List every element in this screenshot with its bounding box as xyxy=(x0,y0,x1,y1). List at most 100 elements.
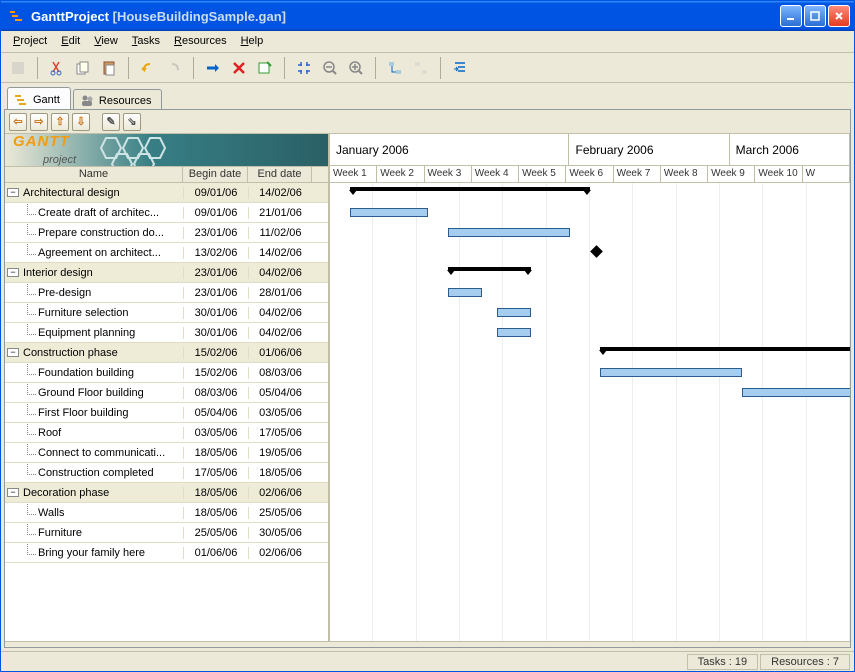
titlebar[interactable]: GanttProject [HouseBuildingSample.gan] xyxy=(1,1,854,31)
task-row[interactable]: Roof03/05/0617/05/06 xyxy=(5,423,328,443)
menu-project[interactable]: Project xyxy=(7,33,53,50)
week-cell: Week 7 xyxy=(614,166,661,182)
task-end: 18/05/06 xyxy=(248,467,312,479)
week-cell: Week 5 xyxy=(519,166,566,182)
task-row[interactable]: Walls18/05/0625/05/06 xyxy=(5,503,328,523)
col-header-name[interactable]: Name xyxy=(5,167,183,182)
task-tree[interactable]: −Architectural design09/01/0614/02/06Cre… xyxy=(5,183,328,641)
nav-up-button[interactable]: ⇧ xyxy=(51,113,69,131)
menubar: Project Edit View Tasks Resources Help xyxy=(1,31,854,53)
task-end: 28/01/06 xyxy=(248,287,312,299)
link-task-button[interactable] xyxy=(384,57,406,79)
link-button[interactable]: ⇘ xyxy=(123,113,141,131)
col-header-begin[interactable]: Begin date xyxy=(183,167,248,182)
task-end: 30/05/06 xyxy=(248,527,312,539)
resources-icon xyxy=(80,94,94,108)
gantt-chart-pane[interactable]: January 2006February 2006March 2006 Week… xyxy=(330,134,850,641)
task-name: Furniture xyxy=(36,527,178,539)
timeline-months: January 2006February 2006March 2006 xyxy=(330,134,850,166)
group-bar[interactable] xyxy=(350,187,590,191)
task-bar[interactable] xyxy=(448,288,482,297)
paste-button[interactable] xyxy=(98,57,120,79)
expand-button[interactable]: − xyxy=(7,348,19,357)
task-name: Create draft of architec... xyxy=(36,207,178,219)
gantt-icon xyxy=(14,93,28,107)
task-name: Agreement on architect... xyxy=(36,247,178,259)
new-task-button[interactable] xyxy=(202,57,224,79)
month-cell: January 2006 xyxy=(330,134,569,165)
task-end: 14/02/06 xyxy=(248,187,312,199)
task-bar[interactable] xyxy=(350,208,428,217)
split-handle[interactable] xyxy=(5,641,850,647)
task-row[interactable]: Equipment planning30/01/0604/02/06 xyxy=(5,323,328,343)
task-row[interactable]: −Decoration phase18/05/0602/06/06 xyxy=(5,483,328,503)
close-button[interactable] xyxy=(828,5,850,27)
task-row[interactable]: −Architectural design09/01/0614/02/06 xyxy=(5,183,328,203)
expand-button[interactable]: − xyxy=(7,188,19,197)
task-row[interactable]: Agreement on architect...13/02/0614/02/0… xyxy=(5,243,328,263)
expand-button[interactable]: − xyxy=(7,268,19,277)
indent-button[interactable] xyxy=(449,57,471,79)
task-row[interactable]: Ground Floor building08/03/0605/04/06 xyxy=(5,383,328,403)
task-end: 19/05/06 xyxy=(248,447,312,459)
task-end: 01/06/06 xyxy=(248,347,312,359)
task-row[interactable]: Prepare construction do...23/01/0611/02/… xyxy=(5,223,328,243)
tab-gantt[interactable]: Gantt xyxy=(7,87,71,109)
menu-view[interactable]: View xyxy=(88,33,124,50)
group-bar[interactable] xyxy=(448,267,531,271)
nav-down-button[interactable]: ⇩ xyxy=(72,113,90,131)
task-bar[interactable] xyxy=(497,308,531,317)
task-row[interactable]: −Interior design23/01/0604/02/06 xyxy=(5,263,328,283)
task-bar[interactable] xyxy=(448,228,571,237)
task-row[interactable]: Connect to communicati...18/05/0619/05/0… xyxy=(5,443,328,463)
month-cell: March 2006 xyxy=(730,134,850,165)
zoom-in-button[interactable] xyxy=(345,57,367,79)
task-name: Architectural design xyxy=(21,187,179,199)
week-cell: Week 8 xyxy=(661,166,708,182)
task-row[interactable]: Foundation building15/02/0608/03/06 xyxy=(5,363,328,383)
tab-resources[interactable]: Resources xyxy=(73,89,163,109)
task-bar[interactable] xyxy=(600,368,742,377)
menu-help[interactable]: Help xyxy=(235,33,270,50)
zoom-fit-button[interactable] xyxy=(293,57,315,79)
task-name: Roof xyxy=(36,427,178,439)
zoom-out-button[interactable] xyxy=(319,57,341,79)
menu-tasks[interactable]: Tasks xyxy=(126,33,166,50)
col-header-end[interactable]: End date xyxy=(248,167,312,182)
task-bar[interactable] xyxy=(742,388,850,397)
undo-button[interactable] xyxy=(137,57,159,79)
task-begin: 30/01/06 xyxy=(183,327,248,339)
task-properties-button[interactable] xyxy=(254,57,276,79)
task-begin: 23/01/06 xyxy=(183,227,248,239)
nav-left-button[interactable]: ⇦ xyxy=(9,113,27,131)
task-end: 04/02/06 xyxy=(248,267,312,279)
delete-task-button[interactable] xyxy=(228,57,250,79)
task-row[interactable]: Construction completed17/05/0618/05/06 xyxy=(5,463,328,483)
group-bar[interactable] xyxy=(600,347,851,351)
edit-pencil-button[interactable]: ✎ xyxy=(102,113,120,131)
task-row[interactable]: Bring your family here01/06/0602/06/06 xyxy=(5,543,328,563)
nav-right-button[interactable]: ⇨ xyxy=(30,113,48,131)
task-name: Foundation building xyxy=(36,367,178,379)
task-name: Ground Floor building xyxy=(36,387,178,399)
task-bar[interactable] xyxy=(497,328,531,337)
milestone-diamond[interactable] xyxy=(590,245,603,258)
menu-resources[interactable]: Resources xyxy=(168,33,233,50)
task-row[interactable]: First Floor building05/04/0603/05/06 xyxy=(5,403,328,423)
task-name: Pre-design xyxy=(36,287,178,299)
copy-button[interactable] xyxy=(72,57,94,79)
task-row[interactable]: Furniture selection30/01/0604/02/06 xyxy=(5,303,328,323)
week-cell: Week 10 xyxy=(755,166,802,182)
task-row[interactable]: −Construction phase15/02/0601/06/06 xyxy=(5,343,328,363)
task-row[interactable]: Pre-design23/01/0628/01/06 xyxy=(5,283,328,303)
expand-button[interactable]: − xyxy=(7,488,19,497)
task-row[interactable]: Furniture25/05/0630/05/06 xyxy=(5,523,328,543)
task-row[interactable]: Create draft of architec... 09/01/0621/01… xyxy=(5,203,328,223)
cut-button[interactable] xyxy=(46,57,68,79)
minimize-button[interactable] xyxy=(780,5,802,27)
task-end: 21/01/06 xyxy=(248,207,312,219)
task-begin: 09/01/06 xyxy=(183,207,248,219)
menu-edit[interactable]: Edit xyxy=(55,33,86,50)
maximize-button[interactable] xyxy=(804,5,826,27)
app-icon xyxy=(9,8,25,24)
